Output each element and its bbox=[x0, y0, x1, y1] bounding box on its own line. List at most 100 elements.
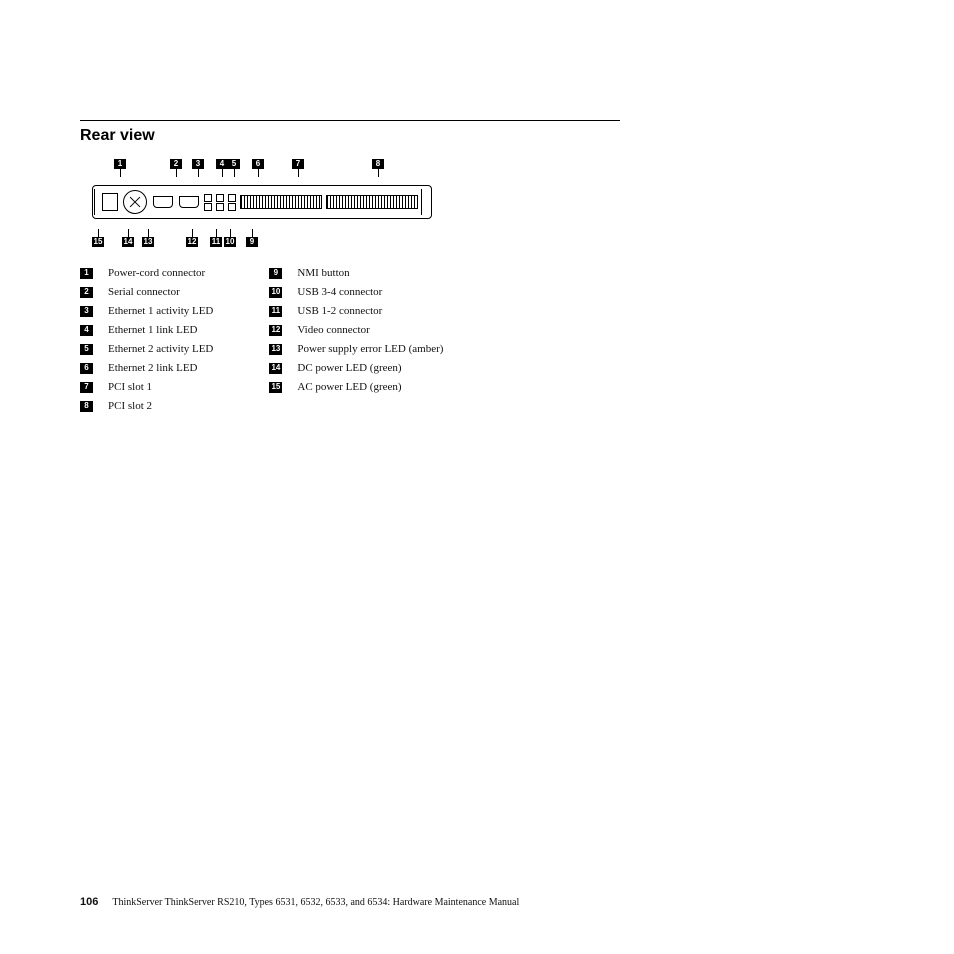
legend-label: AC power LED (green) bbox=[297, 381, 401, 393]
legend-row-8: 8 PCI slot 2 bbox=[80, 400, 213, 412]
callout-8: 8 bbox=[372, 159, 384, 177]
callout-number-box: 1 bbox=[114, 159, 126, 169]
legend-number-box: 3 bbox=[80, 306, 93, 317]
callout-number-box: 14 bbox=[122, 237, 134, 247]
callout-tick-icon bbox=[198, 169, 199, 177]
legend: 1 Power-cord connector 2 Serial connector 3 E… bbox=[80, 267, 874, 412]
callout-number-box: 10 bbox=[224, 237, 236, 247]
legend-number-box: 1 bbox=[80, 268, 93, 279]
fan-icon bbox=[123, 190, 147, 214]
section-title: Rear view bbox=[80, 127, 874, 145]
callout-number-box: 3 bbox=[192, 159, 204, 169]
legend-number-box: 15 bbox=[269, 382, 282, 393]
chassis-ear-left bbox=[94, 189, 99, 215]
page-footer: 106 ThinkServer ThinkServer RS210, Types… bbox=[80, 896, 519, 908]
callout-number-box: 8 bbox=[372, 159, 384, 169]
callout-tick-icon bbox=[298, 169, 299, 177]
callout-13: 13 bbox=[142, 229, 154, 247]
callout-number-box: 11 bbox=[210, 237, 222, 247]
legend-row-6: 6 Ethernet 2 link LED bbox=[80, 362, 213, 374]
legend-row-13: 13 Power supply error LED (amber) bbox=[269, 343, 443, 355]
legend-number-box: 4 bbox=[80, 325, 93, 336]
legend-row-11: 11 USB 1-2 connector bbox=[269, 305, 443, 317]
callout-number-box: 5 bbox=[228, 159, 240, 169]
legend-number-box: 8 bbox=[80, 401, 93, 412]
page-number: 106 bbox=[80, 896, 98, 908]
legend-row-3: 3 Ethernet 1 activity LED bbox=[80, 305, 213, 317]
callout-tick-icon bbox=[258, 169, 259, 177]
callout-5: 5 bbox=[228, 159, 240, 177]
callout-number-box: 6 bbox=[252, 159, 264, 169]
callout-tick-icon bbox=[192, 229, 193, 237]
chassis-ear-right bbox=[421, 189, 426, 215]
legend-label: DC power LED (green) bbox=[297, 362, 401, 374]
callout-6: 6 bbox=[252, 159, 264, 177]
legend-row-7: 7 PCI slot 1 bbox=[80, 381, 213, 393]
legend-row-14: 14 DC power LED (green) bbox=[269, 362, 443, 374]
power-cord-connector-icon bbox=[102, 193, 118, 211]
callout-10: 10 bbox=[224, 229, 236, 247]
callout-tick-icon bbox=[128, 229, 129, 237]
legend-row-12: 12 Video connector bbox=[269, 324, 443, 336]
legend-row-15: 15 AC power LED (green) bbox=[269, 381, 443, 393]
callout-1: 1 bbox=[114, 159, 126, 177]
callout-number-box: 13 bbox=[142, 237, 154, 247]
legend-number-box: 13 bbox=[269, 344, 282, 355]
legend-label: PCI slot 1 bbox=[108, 381, 152, 393]
legend-label: Ethernet 1 link LED bbox=[108, 324, 198, 336]
legend-number-box: 6 bbox=[80, 363, 93, 374]
video-connector-icon bbox=[179, 196, 199, 208]
legend-number-box: 11 bbox=[269, 306, 282, 317]
usb-ports-icon bbox=[228, 194, 236, 211]
legend-number-box: 5 bbox=[80, 344, 93, 355]
callout-tick-icon bbox=[222, 169, 223, 177]
legend-label: USB 1-2 connector bbox=[297, 305, 382, 317]
callout-tick-icon bbox=[230, 229, 231, 237]
chassis-outline bbox=[92, 185, 432, 219]
legend-label: Serial connector bbox=[108, 286, 180, 298]
legend-label: Ethernet 2 activity LED bbox=[108, 343, 213, 355]
legend-label: Ethernet 2 link LED bbox=[108, 362, 198, 374]
legend-row-1: 1 Power-cord connector bbox=[80, 267, 213, 279]
callout-number-box: 2 bbox=[170, 159, 182, 169]
legend-label: Video connector bbox=[297, 324, 369, 336]
callout-2: 2 bbox=[170, 159, 182, 177]
ethernet-ports-icon bbox=[204, 194, 212, 211]
pci-slot-1-icon bbox=[240, 195, 322, 209]
callout-tick-icon bbox=[148, 229, 149, 237]
legend-number-box: 2 bbox=[80, 287, 93, 298]
callout-3: 3 bbox=[192, 159, 204, 177]
legend-label: PCI slot 2 bbox=[108, 400, 152, 412]
legend-number-box: 10 bbox=[269, 287, 282, 298]
callout-tick-icon bbox=[252, 229, 253, 237]
callout-number-box: 15 bbox=[92, 237, 104, 247]
callout-12: 12 bbox=[186, 229, 198, 247]
footer-text: ThinkServer ThinkServer RS210, Types 653… bbox=[112, 897, 519, 908]
legend-number-box: 14 bbox=[269, 363, 282, 374]
callout-tick-icon bbox=[98, 229, 99, 237]
usb-ports-icon bbox=[216, 194, 224, 211]
callout-number-box: 9 bbox=[246, 237, 258, 247]
legend-label: Ethernet 1 activity LED bbox=[108, 305, 213, 317]
callout-4: 4 bbox=[216, 159, 228, 177]
section-rule bbox=[80, 120, 620, 121]
callout-tick-icon bbox=[378, 169, 379, 177]
callout-tick-icon bbox=[176, 169, 177, 177]
legend-label: USB 3-4 connector bbox=[297, 286, 382, 298]
callout-15: 15 bbox=[92, 229, 104, 247]
legend-number-box: 7 bbox=[80, 382, 93, 393]
legend-row-4: 4 Ethernet 1 link LED bbox=[80, 324, 213, 336]
legend-label: Power-cord connector bbox=[108, 267, 205, 279]
legend-row-5: 5 Ethernet 2 activity LED bbox=[80, 343, 213, 355]
callout-number-box: 7 bbox=[292, 159, 304, 169]
callout-tick-icon bbox=[234, 169, 235, 177]
legend-column-right: 9NMI button 10 USB 3-4 connector 11 USB 1-2 … bbox=[269, 267, 443, 412]
pci-slot-2-icon bbox=[326, 195, 418, 209]
legend-label: Power supply error LED (amber) bbox=[297, 343, 443, 355]
callout-tick-icon bbox=[120, 169, 121, 177]
legend-number-box: 12 bbox=[269, 325, 282, 336]
legend-row-9: 9NMI button bbox=[269, 267, 443, 279]
legend-number-box: 9 bbox=[269, 268, 282, 279]
callout-tick-icon bbox=[216, 229, 217, 237]
callout-number-box: 12 bbox=[186, 237, 198, 247]
